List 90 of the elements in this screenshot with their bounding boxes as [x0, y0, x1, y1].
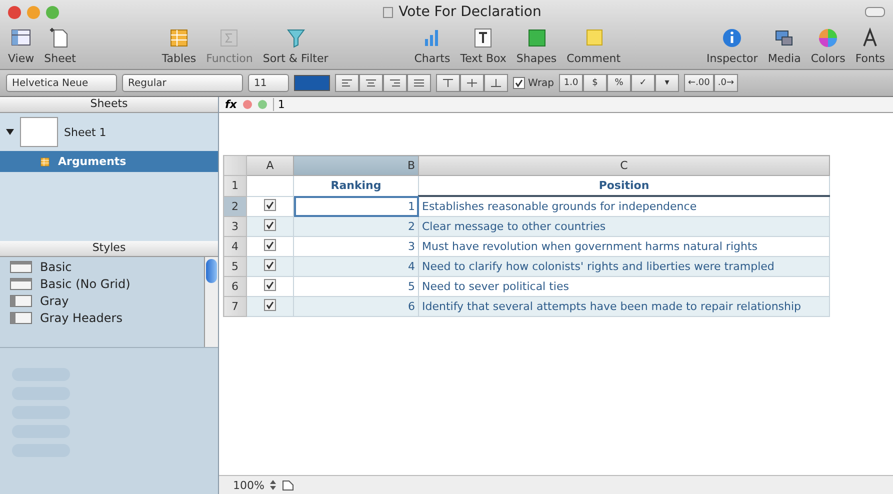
sheet-thumbnail-icon	[20, 117, 58, 147]
toolbar-button[interactable]: Colors	[806, 26, 850, 65]
vertical-align-button[interactable]	[460, 74, 484, 92]
table-cell: Clear message to other countries	[418, 216, 830, 236]
cell-checkbox[interactable]	[264, 259, 276, 271]
align-button[interactable]	[407, 74, 431, 92]
font-family-select[interactable]: Helvetica Neue	[6, 74, 117, 92]
decimal-button[interactable]: ←.00	[684, 74, 714, 92]
toolbar-button[interactable]: Tables	[158, 26, 200, 65]
align-button[interactable]	[383, 74, 407, 92]
cell-checkbox[interactable]	[264, 239, 276, 251]
table-cell: 1	[294, 196, 418, 216]
vertical-align-button[interactable]	[436, 74, 460, 92]
toolbar-button[interactable]: Sheet	[40, 26, 80, 65]
toolbar-button[interactable]: Media	[764, 26, 805, 65]
style-item[interactable]: Gray Headers	[10, 311, 194, 325]
scroll-bar[interactable]	[204, 257, 218, 347]
cell-checkbox[interactable]	[264, 198, 276, 211]
number-format-button[interactable]: %	[607, 74, 632, 92]
page-icon[interactable]	[282, 480, 294, 490]
table-style-icon	[10, 312, 32, 324]
align-button[interactable]	[335, 74, 359, 92]
cell-checkbox[interactable]	[264, 299, 276, 311]
row-header[interactable]: 5	[224, 256, 246, 276]
table-cell: 2	[294, 216, 418, 236]
number-format-button[interactable]: ✓	[631, 74, 656, 92]
font-style-select[interactable]: Regular	[122, 74, 243, 92]
close-button[interactable]	[8, 6, 21, 18]
decimal-button[interactable]: .0→	[714, 74, 738, 92]
table-style-icon	[10, 295, 32, 307]
text-align-icon	[414, 79, 424, 87]
row-header[interactable]: 7	[224, 296, 246, 316]
wrap-checkbox[interactable]	[513, 77, 525, 89]
font-size-select[interactable]: 11	[248, 74, 289, 92]
number-format-button[interactable]: 1.0	[559, 74, 584, 92]
text-color-well[interactable]	[294, 75, 330, 91]
toolbar-button[interactable]: View	[4, 26, 38, 65]
formula-field[interactable]: 1	[272, 98, 285, 111]
vertical-align-button[interactable]	[484, 74, 508, 92]
column-header[interactable]: A	[246, 156, 294, 176]
table-cell: 6	[294, 296, 418, 316]
function-label: fx	[225, 98, 237, 111]
text-align-icon	[342, 79, 352, 87]
style-item[interactable]: Basic (No Grid)	[10, 277, 194, 291]
table-style-icon	[10, 278, 32, 290]
vertical-align-icon	[467, 79, 477, 87]
table-cell: 4	[294, 256, 418, 276]
toolbar-button[interactable]: Charts	[410, 26, 454, 65]
column-header[interactable]: B	[294, 156, 418, 176]
row-header[interactable]: 6	[224, 276, 246, 296]
zoom-select[interactable]: 100%	[233, 478, 264, 492]
vertical-align-icon	[491, 79, 501, 87]
text-align-icon	[390, 79, 400, 87]
cell-checkbox[interactable]	[264, 279, 276, 291]
table-style-icon	[10, 261, 32, 273]
table-cell: Need to clarify how colonists' rights and liberties were trampled	[418, 256, 830, 276]
table-item[interactable]: Arguments	[0, 151, 218, 172]
styles-header: Styles	[0, 241, 218, 257]
toolbar-toggle-button[interactable]	[865, 7, 885, 17]
table-cell: Identify that several attempts have been made to repair relationship	[418, 296, 830, 316]
number-format-button[interactable]: $	[583, 74, 608, 92]
row-header[interactable]: 4	[224, 236, 246, 256]
toolbar-button[interactable]: Sort & Filter	[258, 26, 332, 65]
column-header[interactable]: C	[418, 156, 830, 176]
toolbar-button[interactable]: Fonts	[851, 26, 889, 65]
row-header[interactable]: 2	[224, 196, 246, 216]
stepper-arrows-icon[interactable]	[270, 480, 276, 490]
number-format-button[interactable]: ▾	[655, 74, 680, 92]
row-header[interactable]: 1	[224, 176, 246, 196]
align-button[interactable]	[359, 74, 383, 92]
cell-checkbox[interactable]	[264, 219, 276, 231]
sheet-item[interactable]: Sheet 1	[0, 113, 218, 151]
table-icon	[38, 156, 52, 168]
wrap-label: Wrap	[528, 78, 554, 88]
vertical-align-icon	[443, 79, 453, 87]
text-align-icon	[366, 79, 376, 87]
document-icon	[382, 6, 393, 18]
disclosure-triangle-icon[interactable]	[6, 128, 14, 136]
table-name: Arguments	[58, 155, 126, 168]
style-item[interactable]: Basic	[10, 260, 194, 274]
sheets-header: Sheets	[0, 97, 218, 113]
toolbar-button[interactable]: Inspector	[702, 26, 762, 65]
sheet-name: Sheet 1	[64, 126, 106, 138]
toolbar-button[interactable]: Text Box	[456, 26, 510, 65]
window-title: Vote For Declaration	[398, 4, 542, 20]
style-item[interactable]: Gray	[10, 294, 194, 308]
toolbar-button[interactable]: Comment	[562, 26, 625, 65]
toolbar-button[interactable]: Shapes	[512, 26, 561, 65]
row-header[interactable]: 3	[224, 216, 246, 236]
header-cell: Position	[418, 176, 830, 196]
